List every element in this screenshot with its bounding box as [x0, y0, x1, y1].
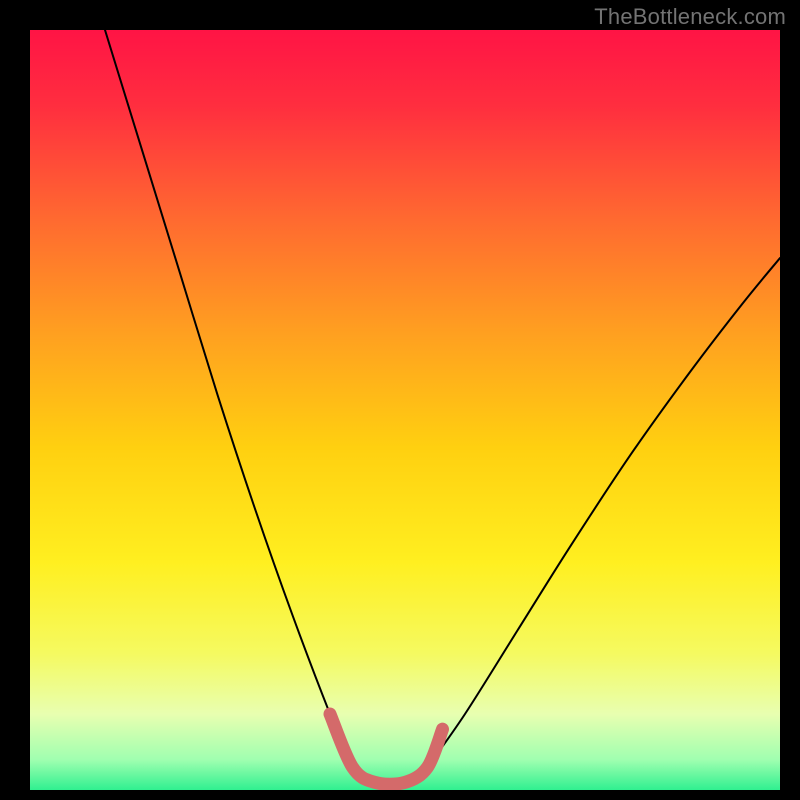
bottleneck-chart: TheBottleneck.com [0, 0, 800, 800]
watermark-text: TheBottleneck.com [594, 4, 786, 30]
plot-svg [0, 0, 800, 800]
plot-background [30, 30, 780, 790]
